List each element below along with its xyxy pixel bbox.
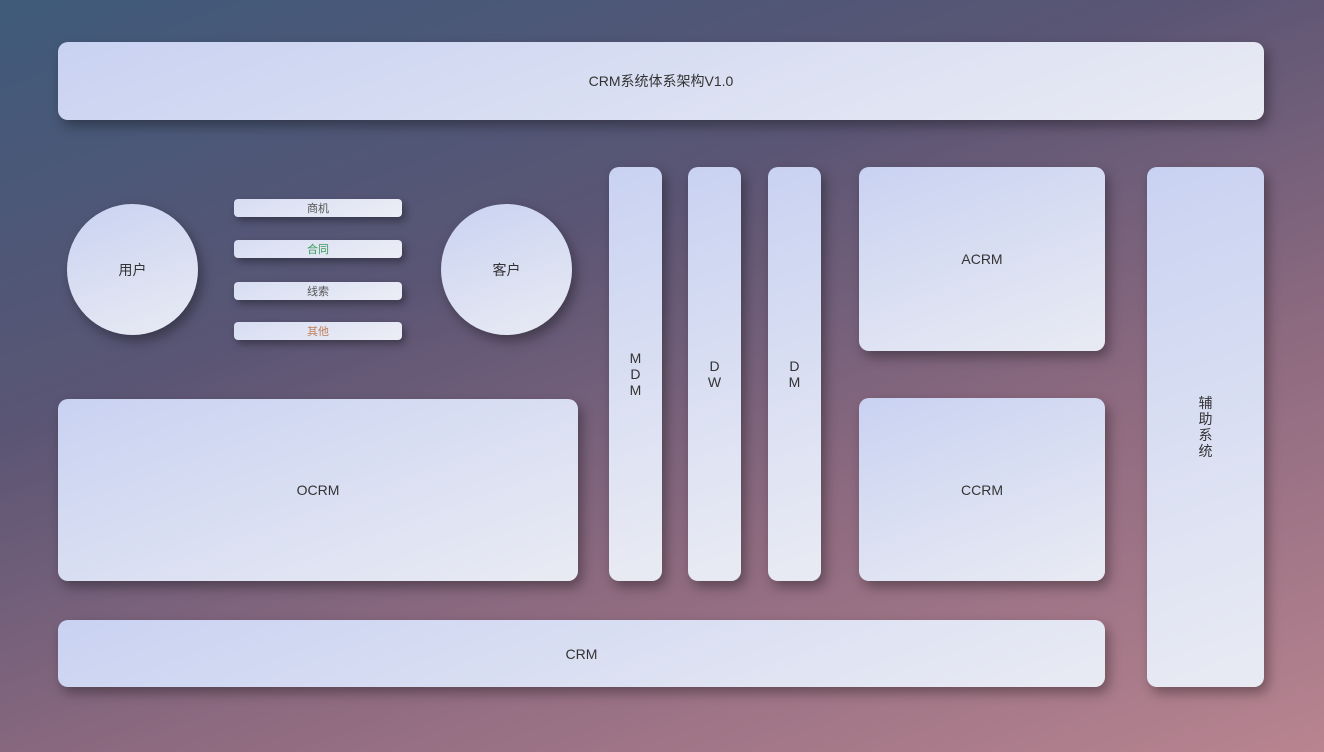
user-circle: 用户 xyxy=(67,204,198,335)
pill-xiansuo: 线索 xyxy=(234,282,402,300)
box-ocrm-label: OCRM xyxy=(297,482,340,498)
column-dm-label: DM xyxy=(789,358,801,390)
box-crm-label: CRM xyxy=(566,646,598,662)
title-text: CRM系统体系架构V1.0 xyxy=(589,71,734,91)
customer-label: 客户 xyxy=(493,260,521,280)
box-ocrm: OCRM xyxy=(58,399,578,581)
customer-circle: 客户 xyxy=(441,204,572,335)
column-dm: DM xyxy=(768,167,821,581)
pill-qita: 其他 xyxy=(234,322,402,340)
box-crm: CRM xyxy=(58,620,1105,687)
box-fuzhu-label: 辅助系统 xyxy=(1199,395,1213,459)
box-fuzhu: 辅助系统 xyxy=(1147,167,1264,687)
pill-xiansuo-label: 线索 xyxy=(307,283,329,299)
pill-hetong: 合同 xyxy=(234,240,402,258)
column-dw-label: DW xyxy=(708,358,721,390)
user-label: 用户 xyxy=(119,260,147,280)
pill-shangji-label: 商机 xyxy=(307,200,329,216)
pill-hetong-label: 合同 xyxy=(307,241,329,257)
box-ccrm: CCRM xyxy=(859,398,1105,581)
column-mdm-label: MDM xyxy=(630,350,642,398)
pill-shangji: 商机 xyxy=(234,199,402,217)
column-dw: DW xyxy=(688,167,741,581)
column-mdm: MDM xyxy=(609,167,662,581)
pill-qita-label: 其他 xyxy=(307,323,329,339)
box-acrm: ACRM xyxy=(859,167,1105,351)
box-ccrm-label: CCRM xyxy=(961,482,1003,498)
box-acrm-label: ACRM xyxy=(961,251,1002,267)
title-bar: CRM系统体系架构V1.0 xyxy=(58,42,1264,120)
